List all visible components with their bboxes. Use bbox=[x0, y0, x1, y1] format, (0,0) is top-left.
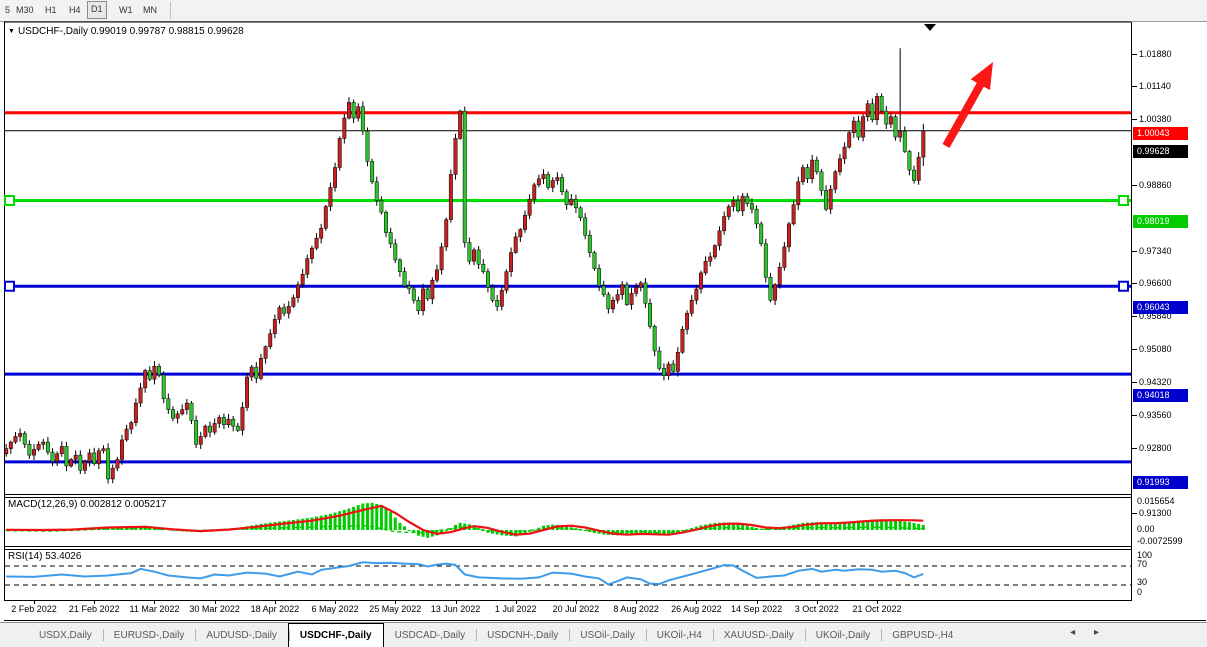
chart-title-text: USDCHF-,Daily 0.99019 0.99787 0.98815 0.… bbox=[18, 26, 244, 37]
hline-handle-left[interactable] bbox=[5, 196, 14, 205]
price-badge-0.98019: 0.98019 bbox=[1133, 215, 1188, 228]
date-label: 25 May 2022 bbox=[369, 604, 421, 614]
price-tick-label: 0.91300 bbox=[1139, 508, 1172, 518]
price-tick-mark bbox=[1132, 185, 1137, 186]
hline-handle-right[interactable] bbox=[1119, 282, 1128, 291]
price-tick-mark bbox=[1132, 316, 1137, 317]
macd-scale-label: 0.015654 bbox=[1137, 496, 1175, 506]
price-tick-label: 0.94320 bbox=[1139, 377, 1172, 387]
price-tick-mark bbox=[1132, 415, 1137, 416]
price-badge-1.00043: 1.00043 bbox=[1133, 127, 1188, 140]
price-tick-label: 0.96600 bbox=[1139, 278, 1172, 288]
macd-scale-label: -0.0072599 bbox=[1137, 536, 1183, 546]
price-badge-0.91993: 0.91993 bbox=[1133, 476, 1188, 489]
chart-canvas[interactable] bbox=[0, 21, 1207, 621]
date-label: 13 Jun 2022 bbox=[431, 604, 481, 614]
price-tick-mark bbox=[1132, 54, 1137, 55]
date-label: 2 Feb 2022 bbox=[11, 604, 57, 614]
timeframe-button-5[interactable]: 5 bbox=[2, 2, 13, 18]
price-tick-label: 1.01140 bbox=[1139, 81, 1171, 91]
date-label: 30 Mar 2022 bbox=[189, 604, 240, 614]
price-tick-label: 0.93560 bbox=[1139, 410, 1172, 420]
toolbar-separator bbox=[170, 2, 171, 19]
date-label: 3 Oct 2022 bbox=[795, 604, 839, 614]
rsi-scale-label: 70 bbox=[1137, 559, 1147, 569]
chart-tab-ukoil[interactable]: UKOil-,Daily bbox=[805, 623, 881, 647]
price-tick-mark bbox=[1132, 349, 1137, 350]
timeframe-button-h1[interactable]: H1 bbox=[42, 2, 60, 18]
timeframe-button-w1[interactable]: W1 bbox=[116, 2, 136, 18]
chart-shift-marker-icon bbox=[924, 24, 936, 31]
rsi-scale-label: 30 bbox=[1137, 577, 1147, 587]
chart-tab-eurusd[interactable]: EURUSD-,Daily bbox=[103, 623, 196, 647]
price-tick-label: 0.97340 bbox=[1139, 246, 1172, 256]
date-label: 14 Sep 2022 bbox=[731, 604, 782, 614]
date-label: 21 Oct 2022 bbox=[852, 604, 901, 614]
price-badge-0.96043: 0.96043 bbox=[1133, 301, 1188, 314]
price-tick-label: 0.95080 bbox=[1139, 344, 1172, 354]
symbol-dropdown-icon[interactable]: ▼ bbox=[8, 28, 15, 35]
price-tick-mark bbox=[1132, 86, 1137, 87]
date-label: 21 Feb 2022 bbox=[69, 604, 120, 614]
price-tick-label: 0.92800 bbox=[1139, 443, 1172, 453]
price-tick-mark bbox=[1132, 448, 1137, 449]
date-label: 6 May 2022 bbox=[312, 604, 359, 614]
price-tick-label: 1.01880 bbox=[1139, 49, 1172, 59]
macd-scale-label: 0.00 bbox=[1137, 524, 1155, 534]
hline-handle-right[interactable] bbox=[1119, 196, 1128, 205]
mt4-terminal-window: { "toolbar": { "timeframes": [ {"label":… bbox=[0, 0, 1207, 647]
chart-tab-usoil[interactable]: USOil-,Daily bbox=[569, 623, 645, 647]
chart-tab-bar: USDX,DailyEURUSD-,DailyAUDUSD-,DailyUSDC… bbox=[0, 622, 1207, 647]
timeframe-button-m30[interactable]: M30 bbox=[13, 2, 37, 18]
timeframe-button-mn[interactable]: MN bbox=[140, 2, 160, 18]
date-label: 18 Apr 2022 bbox=[251, 604, 300, 614]
price-tick-mark bbox=[1132, 251, 1137, 252]
price-tick-label: 0.98860 bbox=[1139, 180, 1172, 190]
chart-tab-ukoil[interactable]: UKOil-,H4 bbox=[646, 623, 713, 647]
chart-tab-xauusd[interactable]: XAUUSD-,Daily bbox=[713, 623, 805, 647]
chart-title: ▼USDCHF-,Daily 0.99019 0.99787 0.98815 0… bbox=[8, 26, 244, 37]
hline-0.96043[interactable] bbox=[5, 282, 1131, 291]
rsi-scale-label: 0 bbox=[1137, 587, 1142, 597]
timeframe-toolbar: 5M30 H1 H4D1 W1MN bbox=[0, 0, 1207, 22]
date-label: 8 Aug 2022 bbox=[613, 604, 659, 614]
price-tick-mark bbox=[1132, 283, 1137, 284]
price-badge-0.94018: 0.94018 bbox=[1133, 389, 1188, 402]
chart-tab-usdchf[interactable]: USDCHF-,Daily bbox=[288, 623, 384, 647]
tab-scroll-arrows[interactable]: ◂ ▸ bbox=[1070, 627, 1107, 638]
date-label: 20 Jul 2022 bbox=[553, 604, 600, 614]
date-label: 1 Jul 2022 bbox=[495, 604, 537, 614]
price-badge-0.99628: 0.99628 bbox=[1133, 145, 1188, 158]
chart-tab-audusd[interactable]: AUDUSD-,Daily bbox=[195, 623, 288, 647]
date-label: 26 Aug 2022 bbox=[671, 604, 722, 614]
price-tick-label: 1.00380 bbox=[1139, 114, 1172, 124]
price-tick-mark bbox=[1132, 119, 1137, 120]
macd-indicator-label: MACD(12,26,9) 0.002812 0.005217 bbox=[8, 499, 166, 510]
rsi-indicator-label: RSI(14) 53.4026 bbox=[8, 551, 81, 562]
chart-tab-gbpusd[interactable]: GBPUSD-,H4 bbox=[881, 623, 964, 647]
hline-handle-left[interactable] bbox=[5, 282, 14, 291]
chart-tab-usdx[interactable]: USDX,Daily bbox=[28, 623, 103, 647]
price-tick-mark bbox=[1132, 513, 1137, 514]
timeframe-button-d1[interactable]: D1 bbox=[87, 1, 107, 19]
date-label: 11 Mar 2022 bbox=[129, 604, 179, 614]
macd-signal-line bbox=[6, 506, 923, 535]
chart-tab-usdcad[interactable]: USDCAD-,Daily bbox=[384, 623, 477, 647]
trend-arrow-annotation[interactable] bbox=[943, 62, 994, 148]
price-tick-mark bbox=[1132, 382, 1137, 383]
timeframe-button-h4[interactable]: H4 bbox=[66, 2, 84, 18]
chart-tab-usdcnh[interactable]: USDCNH-,Daily bbox=[476, 623, 569, 647]
